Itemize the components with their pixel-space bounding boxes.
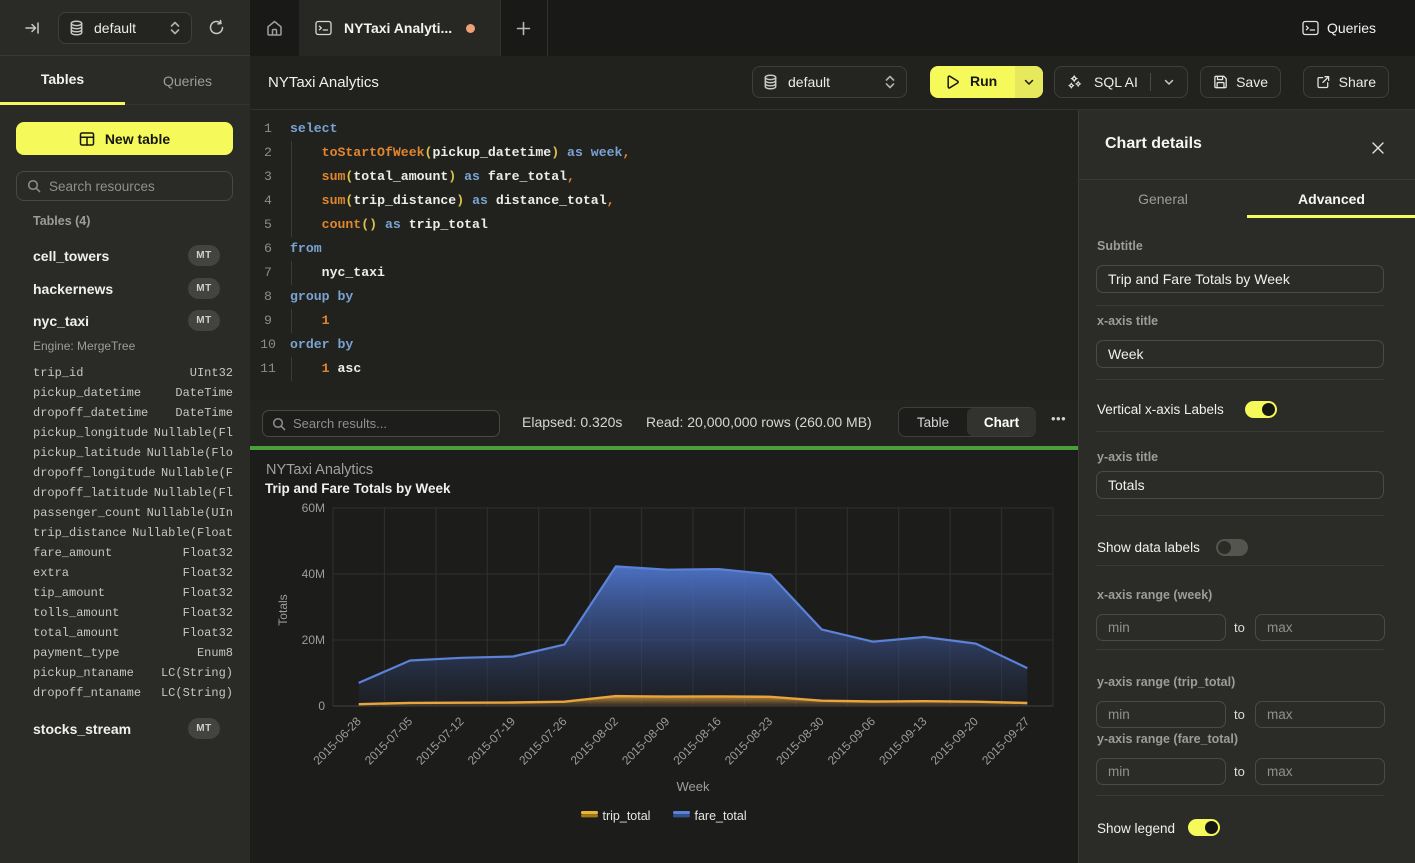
svg-text:Trip and Fare Totals by Week: Trip and Fare Totals by Week xyxy=(265,481,451,496)
svg-text:60M: 60M xyxy=(302,501,325,515)
svg-text:2015-07-12: 2015-07-12 xyxy=(413,714,467,768)
svg-text:2015-07-05: 2015-07-05 xyxy=(362,714,416,768)
svg-text:2015-08-30: 2015-08-30 xyxy=(773,714,827,768)
svg-text:2015-07-26: 2015-07-26 xyxy=(516,714,570,768)
svg-text:2015-08-16: 2015-08-16 xyxy=(671,714,725,768)
svg-text:Week: Week xyxy=(677,779,710,794)
svg-text:2015-09-13: 2015-09-13 xyxy=(876,714,930,768)
svg-text:20M: 20M xyxy=(302,633,325,647)
svg-text:2015-08-09: 2015-08-09 xyxy=(619,714,673,768)
svg-text:2015-09-06: 2015-09-06 xyxy=(825,714,879,768)
svg-text:NYTaxi Analytics: NYTaxi Analytics xyxy=(266,462,373,478)
svg-text:2015-09-27: 2015-09-27 xyxy=(979,714,1033,768)
svg-text:2015-09-20: 2015-09-20 xyxy=(928,714,982,768)
svg-text:0: 0 xyxy=(318,699,325,713)
svg-text:fare_total: fare_total xyxy=(695,809,747,823)
svg-text:40M: 40M xyxy=(302,567,325,581)
svg-text:2015-06-28: 2015-06-28 xyxy=(311,714,365,768)
svg-text:Totals: Totals xyxy=(276,594,290,625)
svg-text:trip_total: trip_total xyxy=(603,809,651,823)
svg-text:2015-08-23: 2015-08-23 xyxy=(722,714,776,768)
svg-text:2015-08-02: 2015-08-02 xyxy=(568,714,622,768)
svg-text:2015-07-19: 2015-07-19 xyxy=(465,714,519,768)
